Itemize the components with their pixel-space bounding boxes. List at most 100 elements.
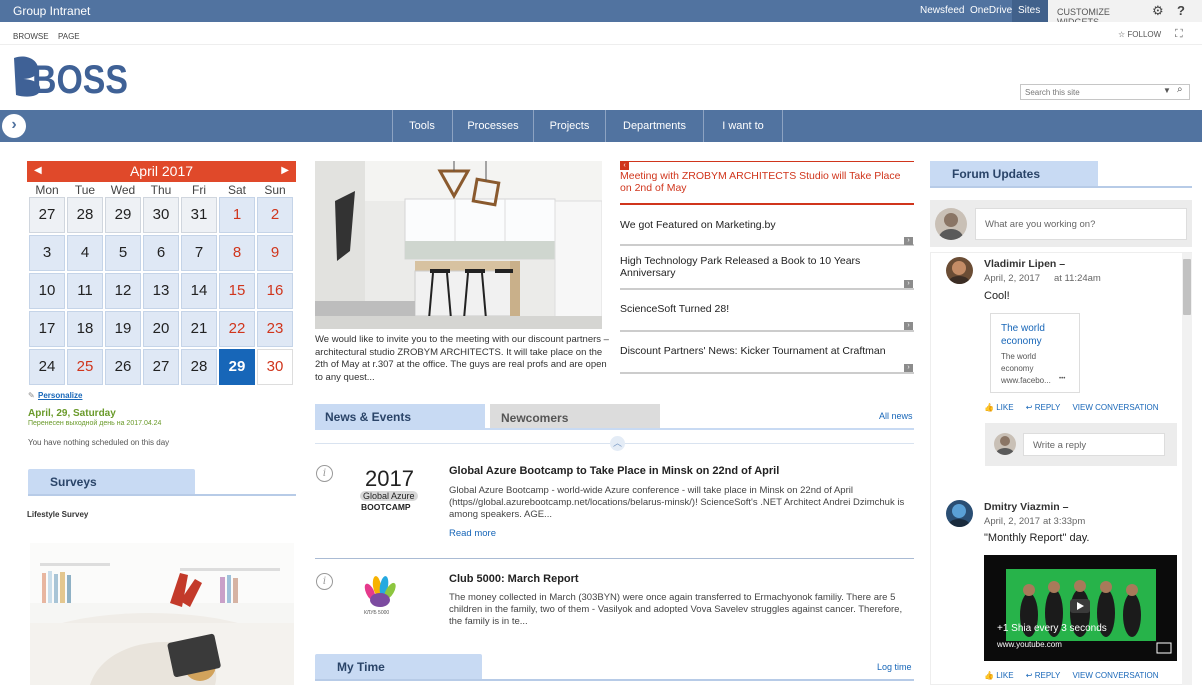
sites-link[interactable]: Sites	[1018, 5, 1040, 16]
composer-input[interactable]: What are you working on?	[975, 208, 1187, 240]
customize-widgets-button[interactable]: CUSTOMIZE WIDGETS	[1048, 0, 1144, 27]
news-title[interactable]: Club 5000: March Report	[449, 573, 579, 585]
search-icon[interactable]: ⌕	[1177, 84, 1183, 95]
tab-browse[interactable]: BROWSE	[13, 32, 49, 41]
focus-icon[interactable]: ⛶	[1175, 28, 1183, 41]
headline-item[interactable]: Meeting with ZROBYM ARCHITECTS Studio wi…	[620, 161, 914, 205]
read-more-link[interactable]: Read more	[449, 528, 496, 539]
feed-scrollbar[interactable]	[1182, 253, 1192, 685]
post-author[interactable]: Dmitry Viazmin –	[984, 501, 1068, 513]
nav-item-i-want-to[interactable]: I want to	[704, 110, 782, 142]
onedrive-link[interactable]: OneDrive	[970, 5, 1012, 16]
more-icon[interactable]: •••	[1059, 376, 1065, 382]
calendar-day[interactable]: 20	[143, 311, 179, 347]
calendar-day[interactable]: 2	[257, 197, 293, 233]
news-body: The money collected in March (303BYN) we…	[449, 592, 903, 627]
calendar-day[interactable]: 15	[219, 273, 255, 309]
tab-news-events[interactable]: News & Events	[315, 404, 485, 429]
all-news-link[interactable]: All news	[879, 411, 913, 421]
calendar-day[interactable]: 31	[181, 197, 217, 233]
help-icon[interactable]: ?	[1177, 3, 1185, 18]
post-message: "Monthly Report" day.	[984, 532, 1090, 544]
calendar-day[interactable]: 29	[219, 349, 255, 385]
calendar-day[interactable]: 30	[143, 197, 179, 233]
gear-icon[interactable]: ⚙	[1152, 3, 1164, 19]
calendar-day[interactable]: 28	[67, 197, 103, 233]
survey-name[interactable]: Lifestyle Survey	[27, 510, 88, 519]
reply-button[interactable]: REPLY	[1035, 671, 1061, 680]
calendar-day[interactable]: 12	[105, 273, 141, 309]
tab-page[interactable]: PAGE	[58, 32, 80, 41]
nav-item-processes[interactable]: Processes	[453, 110, 533, 142]
calendar-day[interactable]: 9	[257, 235, 293, 271]
calendar-day[interactable]: 5	[105, 235, 141, 271]
calendar-day[interactable]: 27	[29, 197, 65, 233]
collapse-up-icon[interactable]: ︿	[610, 436, 625, 451]
avatar[interactable]	[946, 257, 973, 284]
nav-item-departments[interactable]: Departments	[606, 110, 703, 142]
newsfeed-link[interactable]: Newsfeed	[920, 5, 964, 16]
nav-item-projects[interactable]: Projects	[534, 110, 605, 142]
view-conversation-link[interactable]: VIEW CONVERSATION	[1072, 671, 1158, 680]
arrow-right-icon[interactable]: ›	[904, 364, 913, 372]
calendar-day[interactable]: 22	[219, 311, 255, 347]
headline-item[interactable]: High Technology Park Released a Book to …	[620, 254, 914, 290]
card-title: The world economy	[1001, 323, 1045, 347]
calendar-day[interactable]: 14	[181, 273, 217, 309]
calendar-day[interactable]: 6	[143, 235, 179, 271]
calendar-day[interactable]: 24	[29, 349, 65, 385]
nav-toggle-icon[interactable]: ›	[2, 114, 26, 138]
calendar-day[interactable]: 7	[181, 235, 217, 271]
tab-newcomers[interactable]: Newcomers	[490, 404, 660, 429]
arrow-right-icon[interactable]: ›	[904, 280, 913, 288]
prev-icon[interactable]: ‹	[620, 161, 629, 170]
arrow-right-icon[interactable]: ›	[904, 237, 913, 245]
calendar-day[interactable]: 3	[29, 235, 65, 271]
headline-item[interactable]: Discount Partners' News: Kicker Tourname…	[620, 345, 914, 374]
like-button[interactable]: LIKE	[996, 671, 1013, 680]
chevron-down-icon[interactable]: ▼	[1163, 86, 1171, 95]
calendar-day[interactable]: 17	[29, 311, 65, 347]
post-actions: 👍 LIKE ↩ REPLY VIEW CONVERSATION	[984, 403, 1159, 412]
personalize-link[interactable]: Personalize	[38, 391, 82, 400]
nav-item-tools[interactable]: Tools	[392, 110, 452, 142]
video-embed[interactable]: +1 Shia every 3 seconds www.youtube.com	[984, 555, 1177, 661]
calendar-day[interactable]: 4	[67, 235, 103, 271]
headline-item[interactable]: ScienceSoft Turned 28!	[620, 302, 914, 332]
site-title[interactable]: Group Intranet	[13, 4, 90, 18]
boss-logo[interactable]: BOSS	[14, 55, 129, 102]
prev-month-icon[interactable]: ◀	[34, 165, 42, 176]
calendar-day[interactable]: 25	[67, 349, 103, 385]
avatar[interactable]	[946, 500, 973, 527]
calendar-day[interactable]: 21	[181, 311, 217, 347]
view-conversation-link[interactable]: VIEW CONVERSATION	[1072, 403, 1158, 412]
calendar-day[interactable]: 30	[257, 349, 293, 385]
arrow-right-icon[interactable]: ›	[904, 322, 913, 330]
next-month-icon[interactable]: ▶	[281, 165, 289, 176]
calendar-day[interactable]: 1	[219, 197, 255, 233]
calendar-day[interactable]: 18	[67, 311, 103, 347]
news-title[interactable]: Global Azure Bootcamp to Take Place in M…	[449, 465, 779, 477]
log-time-link[interactable]: Log time	[877, 662, 912, 672]
calendar-day[interactable]: 26	[105, 349, 141, 385]
follow-button[interactable]: ☆ FOLLOW	[1118, 30, 1161, 39]
headline-item[interactable]: We got Featured on Marketing.by	[620, 218, 914, 246]
calendar-day[interactable]: 23	[257, 311, 293, 347]
like-button[interactable]: LIKE	[996, 403, 1013, 412]
post-author[interactable]: Vladimir Lipen –	[984, 258, 1065, 270]
calendar-day[interactable]: 28	[181, 349, 217, 385]
calendar-day[interactable]: 27	[143, 349, 179, 385]
calendar-day[interactable]: 13	[143, 273, 179, 309]
calendar-day[interactable]: 11	[67, 273, 103, 309]
scroll-thumb[interactable]	[1183, 259, 1191, 315]
calendar-day[interactable]: 16	[257, 273, 293, 309]
reply-input[interactable]: Write a reply	[1023, 433, 1165, 456]
hero-image[interactable]	[315, 161, 602, 329]
calendar-day[interactable]: 29	[105, 197, 141, 233]
calendar-day[interactable]: 19	[105, 311, 141, 347]
like-icon: 👍	[984, 403, 997, 412]
reply-button[interactable]: REPLY	[1035, 403, 1061, 412]
calendar-day[interactable]: 8	[219, 235, 255, 271]
calendar-day[interactable]: 10	[29, 273, 65, 309]
link-preview-card[interactable]: The world economy The world economy www.…	[990, 313, 1080, 393]
